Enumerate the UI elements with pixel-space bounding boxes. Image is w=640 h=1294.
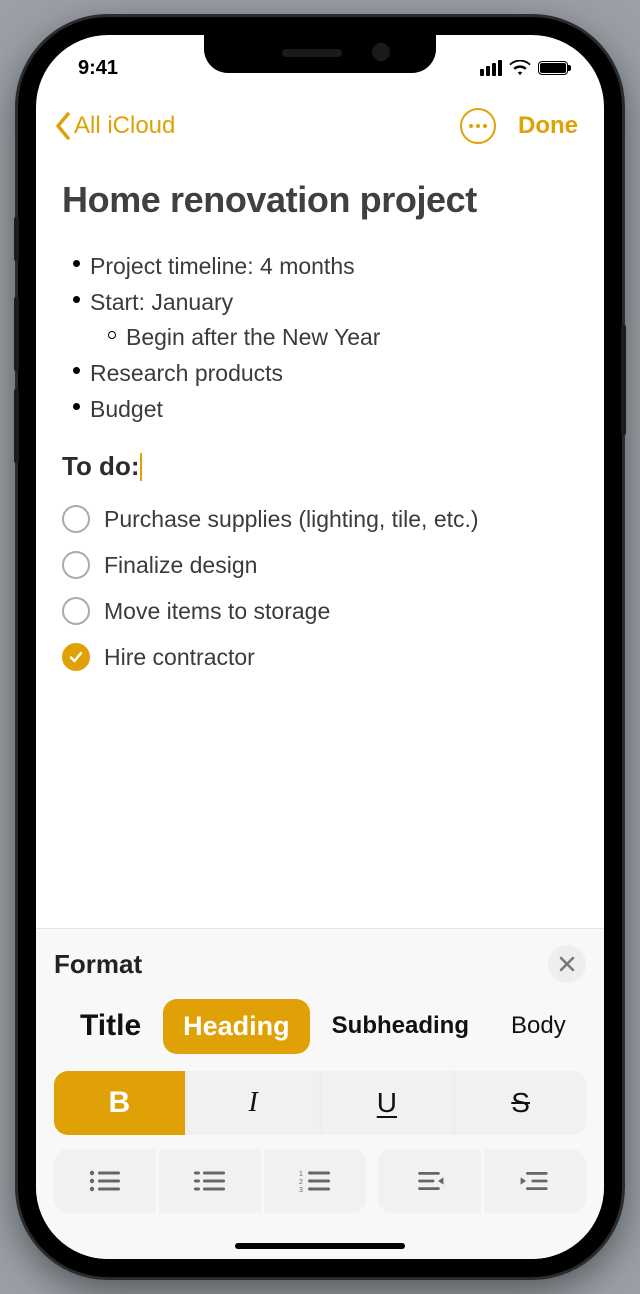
- bold-button[interactable]: B: [54, 1071, 185, 1135]
- checkbox-unchecked-icon[interactable]: [62, 505, 90, 533]
- note-title[interactable]: Home renovation project: [62, 179, 578, 221]
- dash-list-icon: [192, 1168, 228, 1194]
- done-button[interactable]: Done: [518, 112, 578, 140]
- screen: 9:41 All iCloud Done Home renovation pr: [36, 35, 604, 1259]
- text-cursor: [140, 453, 142, 481]
- list-item-text: Start: January: [90, 285, 233, 321]
- outdent-icon: [411, 1168, 447, 1194]
- svg-text:1: 1: [299, 1171, 303, 1178]
- checklist-item[interactable]: Move items to storage: [62, 588, 578, 634]
- bulleted-list-button[interactable]: [54, 1149, 156, 1213]
- checkbox-unchecked-icon[interactable]: [62, 551, 90, 579]
- notch: [204, 35, 436, 73]
- status-time: 9:41: [78, 57, 118, 80]
- back-label: All iCloud: [74, 112, 175, 140]
- outdent-button[interactable]: [378, 1149, 481, 1213]
- cellular-icon: [480, 60, 502, 76]
- list-format-row: 1 2 3: [54, 1149, 586, 1213]
- checklist-item-label: Hire contractor: [104, 644, 255, 671]
- list-item-text: Begin after the New Year: [126, 320, 380, 356]
- list-item[interactable]: Project timeline: 4 months: [62, 249, 578, 285]
- text-format-row: B I U S: [54, 1071, 586, 1135]
- chevron-left-icon: [54, 112, 72, 140]
- battery-icon: [538, 61, 568, 75]
- power-button: [621, 325, 626, 435]
- back-button[interactable]: All iCloud: [54, 112, 175, 140]
- more-button[interactable]: [460, 108, 496, 144]
- svg-text:3: 3: [299, 1187, 303, 1194]
- list-item-text: Research products: [90, 356, 283, 392]
- volume-down-button: [14, 389, 19, 463]
- style-heading-button[interactable]: Heading: [163, 999, 310, 1054]
- list-item-text: Budget: [90, 392, 163, 428]
- svg-text:2: 2: [299, 1179, 303, 1186]
- note-heading[interactable]: To do:: [62, 451, 578, 482]
- format-panel: Format Title Heading Subheading Body B I…: [36, 928, 604, 1259]
- home-indicator[interactable]: [235, 1243, 405, 1249]
- close-format-button[interactable]: [548, 945, 586, 983]
- checklist-item-label: Purchase supplies (lighting, tile, etc.): [104, 506, 479, 533]
- bullet-list-icon: [87, 1168, 123, 1194]
- status-icons: [480, 60, 568, 76]
- list-item-text: Project timeline: 4 months: [90, 249, 355, 285]
- format-panel-title: Format: [54, 949, 142, 980]
- nav-right: Done: [460, 108, 578, 144]
- volume-up-button: [14, 297, 19, 371]
- list-item-nested[interactable]: Begin after the New Year: [98, 320, 578, 356]
- indent-icon: [517, 1168, 553, 1194]
- checklist-item[interactable]: Purchase supplies (lighting, tile, etc.): [62, 496, 578, 542]
- style-body-button[interactable]: Body: [491, 1000, 570, 1052]
- strikethrough-button[interactable]: S: [455, 1071, 586, 1135]
- mute-switch: [14, 217, 19, 261]
- ellipsis-icon: [469, 124, 473, 128]
- wifi-icon: [509, 60, 531, 76]
- checkbox-unchecked-icon[interactable]: [62, 597, 90, 625]
- indent-button[interactable]: [484, 1149, 587, 1213]
- nav-bar: All iCloud Done: [36, 99, 604, 153]
- checklist-item[interactable]: Hire contractor: [62, 634, 578, 680]
- underline-button[interactable]: U: [322, 1071, 453, 1135]
- style-subheading-button[interactable]: Subheading: [312, 1000, 489, 1052]
- paragraph-style-row[interactable]: Title Heading Subheading Body: [54, 997, 586, 1055]
- list-item[interactable]: Budget: [62, 392, 578, 428]
- numbered-list-button[interactable]: 1 2 3: [264, 1149, 366, 1213]
- bullet-list[interactable]: Project timeline: 4 months Start: Januar…: [62, 249, 578, 427]
- checkbox-checked-icon[interactable]: [62, 643, 90, 671]
- checklist-item-label: Move items to storage: [104, 598, 330, 625]
- checklist-item[interactable]: Finalize design: [62, 542, 578, 588]
- dashed-list-button[interactable]: [159, 1149, 261, 1213]
- numbered-list-icon: 1 2 3: [297, 1168, 333, 1194]
- italic-button[interactable]: I: [188, 1071, 319, 1135]
- list-item[interactable]: Start: January: [62, 285, 578, 321]
- checklist-item-label: Finalize design: [104, 552, 257, 579]
- close-icon: [558, 955, 576, 973]
- list-item[interactable]: Research products: [62, 356, 578, 392]
- style-title-button[interactable]: Title: [60, 997, 161, 1055]
- phone-frame: 9:41 All iCloud Done Home renovation pr: [18, 17, 622, 1277]
- heading-text: To do:: [62, 451, 139, 482]
- checklist[interactable]: Purchase supplies (lighting, tile, etc.)…: [62, 496, 578, 680]
